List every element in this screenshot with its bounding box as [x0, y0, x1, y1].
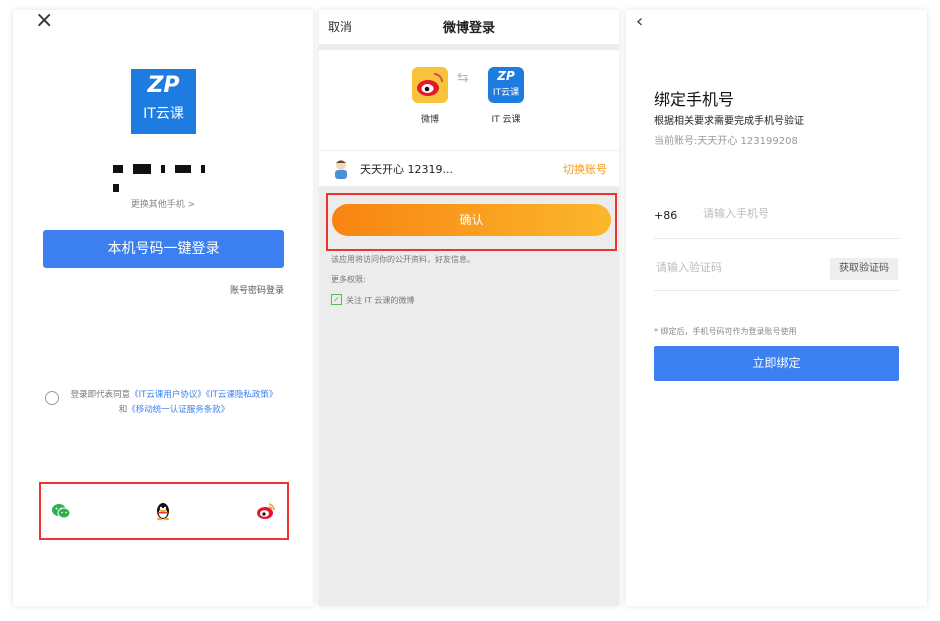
one-key-login-button[interactable]: 本机号码一键登录	[43, 230, 284, 268]
current-account: 当前账号:天天开心 123199208	[654, 136, 798, 147]
permission-description: 该应用将访问你的公开资料，好友信息。	[331, 255, 475, 264]
service-terms-link[interactable]: 《移动统一认证服务条款》	[127, 405, 229, 415]
agreement-text: 登录即代表同意《IT云课用户协议》《IT云课隐私政策》和《移动统一认证服务条款》	[69, 388, 279, 418]
more-permissions-label: 更多权限:	[331, 275, 366, 284]
page-title: 绑定手机号	[654, 90, 735, 109]
weibo-header: 取消 微博登录	[319, 10, 619, 44]
mask-block	[201, 164, 206, 173]
mask-block	[161, 164, 166, 173]
logo-text: IT云课	[143, 106, 184, 122]
mask-block	[133, 163, 152, 174]
weibo-label: 微博	[420, 115, 439, 125]
bind-now-button[interactable]: 立即绑定	[654, 346, 899, 381]
bind-phone-screen: ‹ 绑定手机号 根据相关要求需要完成手机号验证 当前账号:天天开心 123199…	[626, 10, 927, 606]
privacy-policy-link[interactable]: 《IT云课隐私政策》	[206, 390, 277, 400]
bind-subtitle: 根据相关要求需要完成手机号验证	[654, 116, 804, 127]
close-icon[interactable]: ×	[35, 10, 53, 33]
avatar	[335, 160, 347, 179]
phone-input[interactable]	[701, 206, 875, 221]
it-cloud-label: IT 云课	[491, 115, 521, 125]
country-code[interactable]: +86	[654, 209, 677, 222]
agreement-radio[interactable]	[45, 391, 59, 405]
account-name: 天天开心 12319...	[360, 163, 453, 176]
weibo-icon[interactable]	[256, 501, 276, 521]
mask-block	[113, 164, 123, 173]
switch-account-button[interactable]: 切换账号	[563, 161, 607, 177]
auth-card: ⇆ ZP IT云课 微博 IT 云课 天天开心 12319... 切换账号	[319, 50, 619, 186]
logo-mark: ZP	[147, 73, 180, 98]
follow-checkbox[interactable]: ✓	[331, 294, 342, 305]
verification-code-input[interactable]	[654, 260, 818, 275]
mask-block	[175, 164, 192, 173]
weibo-login-title: 微博登录	[442, 21, 495, 36]
it-cloud-logo: ZP IT云课	[131, 69, 196, 134]
weibo-app-icon	[412, 67, 448, 103]
it-cloud-app-icon: ZP IT云课	[488, 67, 524, 103]
app-icon-text: IT云课	[492, 88, 520, 98]
divider	[654, 290, 899, 291]
exchange-arrows-icon: ⇆	[457, 70, 469, 86]
password-login-link[interactable]: 账号密码登录	[230, 283, 284, 296]
get-code-button[interactable]: 获取验证码	[830, 258, 898, 280]
user-agreement-link[interactable]: 《IT云课用户协议》	[130, 390, 206, 400]
app-icon-mark: ZP	[497, 69, 515, 83]
wechat-icon[interactable]	[51, 501, 71, 521]
switch-phone-link[interactable]: 更换其他手机 >	[13, 197, 313, 210]
agreement-and: 和	[118, 405, 128, 415]
qq-icon[interactable]	[153, 501, 173, 521]
agreement-prefix: 登录即代表同意	[70, 390, 131, 400]
account-row: 天天开心 12319... 切换账号	[319, 150, 619, 187]
mask-block	[113, 183, 119, 192]
follow-label: 关注 IT 云课的微博	[346, 296, 415, 305]
confirm-highlight: 确认	[326, 193, 617, 251]
masked-phone-number	[113, 158, 213, 192]
back-chevron-icon[interactable]: ‹	[636, 11, 643, 32]
confirm-button[interactable]: 确认	[332, 204, 611, 236]
bind-note: * 绑定后，手机号码可作为登录账号使用	[654, 327, 797, 336]
divider	[654, 238, 899, 239]
weibo-auth-screen: 取消 微博登录 ⇆ ZP IT云课 微博 IT 云课 天天开心 12319...	[319, 10, 619, 606]
login-screen: × ZP IT云课 更换其他手机 > 本机号码一键登录 账号密码登录 登录即代表…	[13, 10, 313, 606]
social-login-highlight	[39, 482, 289, 540]
